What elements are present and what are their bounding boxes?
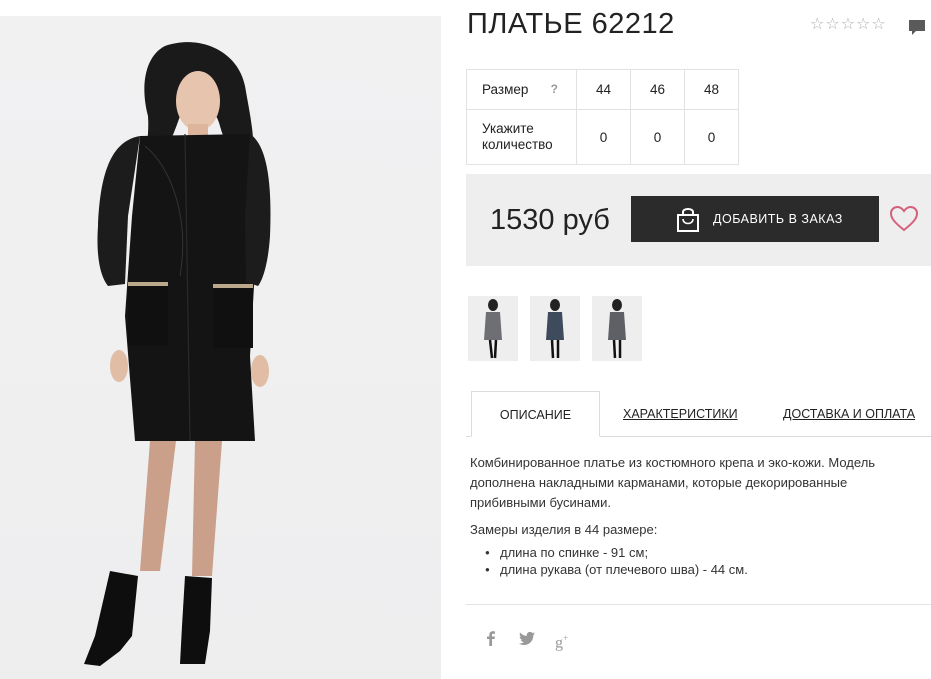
star-icon[interactable]: ☆ xyxy=(825,16,839,34)
product-tabs: ОПИСАНИЕ ХАРАКТЕРИСТИКИ ДОСТАВКА И ОПЛАТ… xyxy=(466,391,931,437)
rating-stars[interactable]: ☆ ☆ ☆ ☆ ☆ xyxy=(810,16,886,34)
twitter-icon[interactable] xyxy=(517,628,537,648)
google-plus-icon[interactable]: g+ xyxy=(555,628,575,651)
quantity-input-46[interactable]: 0 xyxy=(630,109,685,165)
size-44: 44 xyxy=(576,69,631,110)
tab-characteristics[interactable]: ХАРАКТЕРИСТИКИ xyxy=(623,391,738,437)
size-46: 46 xyxy=(630,69,685,110)
product-title: ПЛАТЬЕ 62212 xyxy=(467,8,675,40)
product-main-image[interactable] xyxy=(0,16,441,679)
product-description: Комбинированное платье из костюмного кре… xyxy=(470,455,876,510)
size-label: Размер xyxy=(482,82,529,97)
tab-delivery-payment[interactable]: ДОСТАВКА И ОПЛАТА xyxy=(783,391,915,437)
facebook-icon[interactable] xyxy=(481,628,501,648)
star-icon[interactable]: ☆ xyxy=(871,16,885,34)
star-icon[interactable]: ☆ xyxy=(856,16,870,34)
list-item: длина рукава (от плечевого шва) - 44 см. xyxy=(485,561,748,578)
size-help-icon[interactable]: ? xyxy=(551,82,558,96)
shopping-bag-icon xyxy=(677,208,699,232)
thumbnail-2[interactable] xyxy=(530,296,580,361)
measurement-text: длина рукава (от плечевого шва) - 44 см. xyxy=(500,562,748,577)
dress-model-photo xyxy=(84,42,271,666)
add-to-order-label: ДОБАВИТЬ В ЗАКАЗ xyxy=(713,212,843,226)
comment-icon[interactable] xyxy=(908,18,926,36)
size-table: Размер ? 44 46 48 Укажите количество 0 0… xyxy=(466,69,739,165)
star-icon[interactable]: ☆ xyxy=(810,16,824,34)
star-icon[interactable]: ☆ xyxy=(841,16,855,34)
thumbnail-image xyxy=(546,299,564,359)
thumbnail-image xyxy=(608,299,626,359)
price-value: 1530 руб xyxy=(490,204,610,236)
list-item: длина по спинке - 91 см; xyxy=(485,544,748,561)
size-48: 48 xyxy=(684,69,739,110)
quantity-label: Укажите количество xyxy=(466,109,577,165)
divider xyxy=(466,604,931,605)
quantity-input-48[interactable]: 0 xyxy=(684,109,739,165)
thumbnail-image xyxy=(484,299,502,359)
measurements-title: Замеры изделия в 44 размере: xyxy=(470,522,658,537)
add-to-order-button[interactable]: ДОБАВИТЬ В ЗАКАЗ xyxy=(631,196,879,242)
tab-description[interactable]: ОПИСАНИЕ xyxy=(471,391,600,437)
size-label-cell: Размер ? xyxy=(466,69,577,110)
heart-icon[interactable] xyxy=(890,206,918,232)
price-box: 1530 руб ДОБАВИТЬ В ЗАКАЗ xyxy=(466,174,931,266)
thumbnail-1[interactable] xyxy=(468,296,518,361)
quantity-input-44[interactable]: 0 xyxy=(576,109,631,165)
measurement-text: длина по спинке - 91 см; xyxy=(500,545,649,560)
thumbnail-3[interactable] xyxy=(592,296,642,361)
measurements-list: длина по спинке - 91 см; длина рукава (о… xyxy=(485,544,748,578)
